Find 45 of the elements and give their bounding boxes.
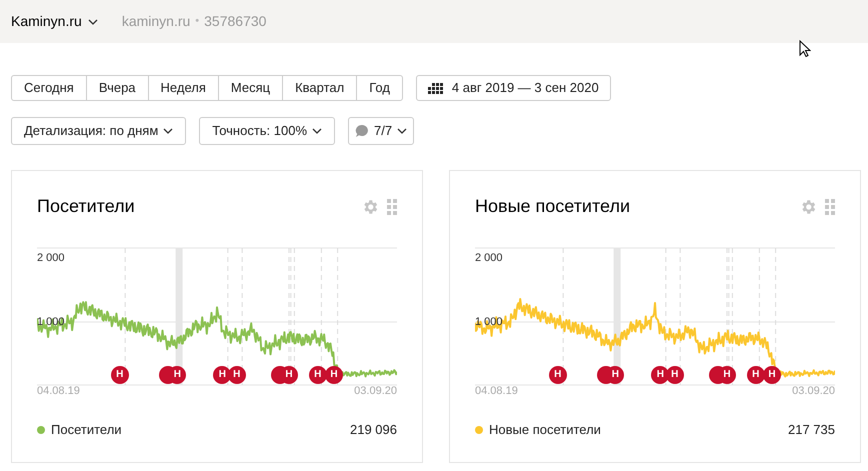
drag-handle-icon[interactable] <box>825 198 835 214</box>
period-tab[interactable]: Вчера <box>86 75 149 101</box>
filter-dropdown[interactable]: Точность: 100% <box>199 117 336 145</box>
chevron-down-icon <box>163 128 174 134</box>
legend-total: 217 735 <box>788 421 835 439</box>
note-marker[interactable]: Н <box>651 366 670 384</box>
separator-dot: • <box>195 14 200 30</box>
chevron-down-icon <box>397 128 408 134</box>
note-marker[interactable]: Н <box>110 366 129 384</box>
note-marker[interactable]: Н <box>325 366 343 384</box>
notes-dropdown[interactable]: 7/7 <box>348 117 414 145</box>
counter-id: 35786730 <box>204 12 266 31</box>
note-marker[interactable]: Н <box>548 366 567 384</box>
speech-bubble-icon <box>355 124 370 138</box>
legend-label: Посетители <box>51 421 122 439</box>
mouse-cursor-icon <box>799 40 811 58</box>
note-marker[interactable]: Н <box>308 366 327 384</box>
note-marker[interactable]: Н <box>746 366 765 384</box>
calendar-grid-icon <box>428 82 443 94</box>
x-axis-label: 03.09.20 <box>354 386 397 397</box>
y-axis-label: 2 000 <box>37 253 65 264</box>
date-range-button[interactable]: 4 авг 2019 — 3 сен 2020 <box>416 75 611 101</box>
note-marker[interactable]: Н <box>228 366 246 384</box>
period-tab[interactable]: Неделя <box>148 75 219 101</box>
x-axis-label: 04.08.19 <box>475 386 518 397</box>
legend-label: Новые посетители <box>489 421 601 439</box>
chevron-down-icon <box>312 128 322 134</box>
widget-title: Новые посетители <box>475 195 630 218</box>
note-marker[interactable]: Н <box>666 366 684 384</box>
legend-total: 219 096 <box>350 421 397 439</box>
site-domain: kaminyn.ru <box>122 12 190 31</box>
drag-handle-icon[interactable] <box>387 198 397 214</box>
note-marker[interactable]: Н <box>213 366 232 384</box>
note-marker[interactable]: Н <box>763 366 781 384</box>
y-axis-label: 2 000 <box>475 253 503 264</box>
period-tab[interactable]: Месяц <box>218 75 284 101</box>
x-axis-label: 03.09.20 <box>792 386 835 397</box>
x-axis-label: 04.08.19 <box>37 386 80 397</box>
period-tab[interactable]: Год <box>356 75 403 101</box>
period-tab[interactable]: Сегодня <box>11 75 87 101</box>
period-tab[interactable]: Квартал <box>282 75 358 101</box>
chevron-down-icon <box>88 18 98 24</box>
site-selector[interactable]: Kaminyn.ru <box>11 11 98 32</box>
filter-dropdown[interactable]: Детализация: по дням <box>11 117 186 145</box>
widget-title: Посетители <box>37 195 135 218</box>
